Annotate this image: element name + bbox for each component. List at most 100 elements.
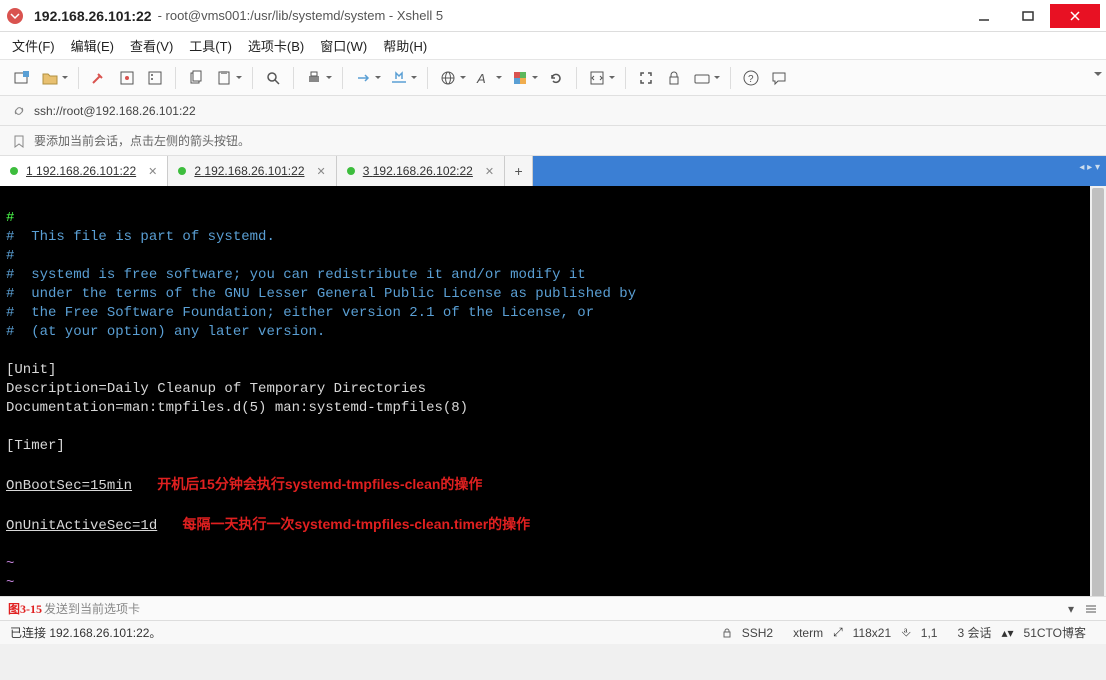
terminal-line: Description=Daily Cleanup of Temporary D… (6, 380, 1100, 399)
session-tab-1[interactable]: 1 192.168.26.101:22 ✕ (0, 156, 168, 186)
terminal-line: # under the terms of the GNU Lesser Gene… (6, 285, 1100, 304)
window-title: 192.168.26.101:22 (34, 8, 152, 24)
send-menu-icon[interactable] (1084, 602, 1098, 616)
status-term: xterm (793, 626, 823, 640)
send-dropdown-icon[interactable]: ▾ (1068, 602, 1074, 616)
status-sessions: 3 会话 (957, 624, 991, 641)
menu-tools[interactable]: 工具(T) (189, 36, 232, 55)
send-bar[interactable]: 图3-15 发送到当前选项卡 ▾ (0, 596, 1106, 620)
toolbar-expand-icon[interactable] (1094, 72, 1102, 80)
onunit-line: OnUnitActiveSec=1d (6, 518, 157, 534)
terminal-line: [Unit] (6, 361, 1100, 380)
fullscreen-icon[interactable] (634, 66, 658, 90)
terminal-line: # systemd is free software; you can redi… (6, 266, 1100, 285)
status-dot-icon (178, 167, 186, 175)
lock-icon[interactable] (662, 66, 686, 90)
link-icon (12, 104, 26, 118)
tab-close-icon[interactable]: ✕ (317, 165, 326, 178)
help-icon[interactable]: ? (739, 66, 763, 90)
disconnect-icon[interactable] (115, 66, 139, 90)
color-icon[interactable] (508, 66, 532, 90)
session-tab-3[interactable]: 3 192.168.26.102:22 ✕ (337, 156, 505, 186)
send-hint: 发送到当前选项卡 (44, 600, 140, 617)
vim-tilde: ~ (6, 574, 1100, 593)
tab-close-icon[interactable]: ✕ (148, 165, 157, 178)
hint-text: 要添加当前会话，点击左侧的箭头按钮。 (34, 132, 250, 149)
menu-file[interactable]: 文件(F) (12, 36, 55, 55)
toolbar-separator (252, 67, 253, 89)
session-tab-2[interactable]: 2 192.168.26.101:22 ✕ (168, 156, 336, 186)
terminal-line: # (6, 247, 1100, 266)
properties-icon[interactable] (143, 66, 167, 90)
terminal-line: # (6, 209, 1100, 228)
copy-icon[interactable] (184, 66, 208, 90)
status-pos: 1,1 (921, 626, 938, 640)
chat-icon[interactable] (767, 66, 791, 90)
refresh-icon[interactable] (544, 66, 568, 90)
script-icon[interactable] (585, 66, 609, 90)
keyboard-icon[interactable] (690, 66, 714, 90)
sessions-down-icon[interactable]: ▾ (1008, 626, 1014, 640)
watermark: 51CTO博客 (1024, 624, 1086, 641)
toolbar-separator (576, 67, 577, 89)
menu-edit[interactable]: 编辑(E) (71, 36, 114, 55)
terminal-line: Documentation=man:tmpfiles.d(5) man:syst… (6, 399, 1100, 418)
toolbar-separator (625, 67, 626, 89)
window-subtitle: - root@vms001:/usr/lib/systemd/system - … (158, 8, 444, 23)
svg-text:?: ? (748, 74, 754, 85)
svg-text:A: A (476, 71, 486, 86)
toolbar-separator (175, 67, 176, 89)
tab-bar: 1 192.168.26.101:22 ✕ 2 192.168.26.101:2… (0, 156, 1106, 186)
toolbar-separator (293, 67, 294, 89)
onboot-line: OnBootSec=15min (6, 478, 132, 494)
terminal-line: [Timer] (6, 437, 1100, 456)
print-icon[interactable] (302, 66, 326, 90)
lock-small-icon (722, 628, 732, 638)
terminal-line (6, 418, 1100, 437)
terminal-line (6, 342, 1100, 361)
menu-view[interactable]: 查看(V) (130, 36, 173, 55)
new-session-icon[interactable] (10, 66, 34, 90)
font-icon[interactable]: A (472, 66, 496, 90)
toolbar: A ? (0, 60, 1106, 96)
open-folder-icon[interactable] (38, 66, 62, 90)
title-bar: 192.168.26.101:22 - root@vms001:/usr/lib… (0, 0, 1106, 32)
status-connected: 已连接 192.168.26.101:22。 (10, 624, 722, 641)
menu-tabs[interactable]: 选项卡(B) (248, 36, 304, 55)
close-button[interactable] (1050, 4, 1100, 28)
status-dot-icon (10, 167, 18, 175)
xftp-icon[interactable] (387, 66, 411, 90)
annotation-onunit: 每隔一天执行一次systemd-tmpfiles-clean.timer的操作 (182, 516, 530, 532)
terminal[interactable]: ## This file is part of systemd.## syste… (0, 186, 1106, 596)
scrollbar[interactable] (1090, 186, 1106, 596)
minimize-button[interactable] (962, 4, 1006, 28)
vim-tilde: ~ (6, 555, 1100, 574)
toolbar-separator (342, 67, 343, 89)
new-tab-button[interactable]: + (505, 156, 533, 186)
maximize-button[interactable] (1006, 4, 1050, 28)
bookmark-icon[interactable] (12, 134, 26, 148)
toolbar-separator (730, 67, 731, 89)
toolbar-separator (427, 67, 428, 89)
size-icon: ⤢ (833, 625, 843, 640)
annotation-onboot: 开机后15分钟会执行systemd-tmpfiles-clean的操作 (157, 476, 482, 492)
status-size: 118x21 (853, 626, 891, 640)
pos-icon: ⎀ (901, 625, 911, 640)
menu-bar: 文件(F) 编辑(E) 查看(V) 工具(T) 选项卡(B) 窗口(W) 帮助(… (0, 32, 1106, 60)
transfer-icon[interactable] (351, 66, 375, 90)
address-text[interactable]: ssh://root@192.168.26.101:22 (34, 104, 196, 118)
status-bar: 已连接 192.168.26.101:22。 SSH2 xterm ⤢ 118x… (0, 620, 1106, 644)
tab-nav[interactable]: ◂ ▸ ▾ (1079, 162, 1100, 173)
app-icon (6, 7, 24, 25)
tab-close-icon[interactable]: ✕ (485, 165, 494, 178)
menu-window[interactable]: 窗口(W) (320, 36, 367, 55)
terminal-line: # (at your option) any later version. (6, 323, 1100, 342)
search-icon[interactable] (261, 66, 285, 90)
menu-help[interactable]: 帮助(H) (383, 36, 427, 55)
figure-label: 图3-15 (8, 600, 42, 617)
address-bar: ssh://root@192.168.26.101:22 (0, 96, 1106, 126)
connect-icon[interactable] (87, 66, 111, 90)
globe-icon[interactable] (436, 66, 460, 90)
terminal-line: # the Free Software Foundation; either v… (6, 304, 1100, 323)
paste-icon[interactable] (212, 66, 236, 90)
